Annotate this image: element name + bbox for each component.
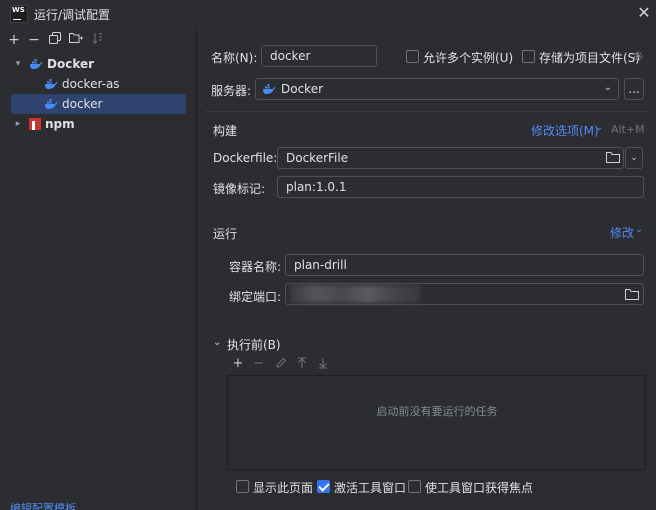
tree-item-label: docker-as	[62, 77, 120, 91]
before-launch-chevron-icon[interactable]: ⌄	[213, 337, 221, 348]
name-label: 名称(N):	[211, 51, 258, 65]
sort-icon	[90, 32, 106, 48]
chevron-down-icon: ⌄	[603, 82, 612, 93]
move-down-icon	[316, 357, 330, 371]
new-folder-icon[interactable]	[68, 32, 84, 48]
edit-templates-link[interactable]: 编辑配置模板...	[10, 500, 87, 510]
show-page-label: 显示此页面	[253, 481, 314, 495]
chevron-down-icon: ⌄	[630, 153, 638, 163]
window-title: 运行/调试配置	[34, 8, 111, 22]
server-value: Docker	[281, 82, 324, 96]
store-as-file-label: 存储为项目文件(S)	[539, 51, 640, 65]
tree-group-label: Docker	[47, 57, 95, 71]
edit-task-icon	[274, 357, 288, 371]
build-section-title: 构建	[213, 124, 238, 138]
show-page-checkbox[interactable]	[236, 480, 249, 493]
add-task-icon[interactable]: +	[231, 357, 245, 371]
focus-tool-window-checkbox[interactable]	[408, 480, 421, 493]
close-icon[interactable]: ✕	[636, 5, 652, 21]
gear-icon[interactable]	[632, 50, 644, 62]
before-launch-empty-text: 启动前没有要运行的任务	[376, 405, 498, 418]
modify-link[interactable]: 修改	[610, 224, 634, 241]
focus-tool-window-label: 使工具窗口获得焦点	[425, 481, 534, 495]
npm-icon	[29, 118, 41, 130]
webstorm-logo-icon: WS	[10, 5, 28, 23]
tree-group-label: npm	[45, 117, 75, 131]
expand-chevron-icon[interactable]: ▾	[13, 59, 23, 69]
tree-group-npm[interactable]: ▸ npm	[13, 114, 75, 134]
modify-options-shortcut: Alt+M	[611, 123, 645, 136]
divider	[205, 111, 650, 112]
modify-options-link[interactable]: 修改选项(M)	[531, 122, 599, 139]
store-as-file-checkbox[interactable]	[522, 50, 535, 63]
dockerfile-dropdown-button[interactable]: ⌄	[625, 147, 643, 169]
docker-icon	[30, 59, 43, 69]
container-name-input[interactable]: plan-drill	[285, 254, 644, 276]
collapse-chevron-icon[interactable]: ▸	[13, 119, 23, 129]
logo-text: WS	[12, 6, 25, 14]
tree-item-docker-as[interactable]: docker-as	[44, 74, 120, 94]
image-tag-label: 镜像标记:	[213, 182, 266, 196]
bind-ports-redacted-value	[290, 285, 420, 303]
remove-task-icon: −	[253, 356, 265, 371]
server-label: 服务器:	[211, 84, 252, 98]
copy-icon[interactable]	[47, 32, 63, 48]
server-select[interactable]: Docker ⌄	[255, 78, 619, 100]
before-launch-toolbar	[227, 354, 646, 376]
folder-icon[interactable]	[625, 289, 639, 300]
run-section-title: 运行	[213, 227, 238, 241]
dockerfile-input[interactable]: DockerFile	[277, 147, 624, 169]
activate-tool-window-label: 激活工具窗口	[334, 481, 407, 495]
folder-icon[interactable]	[606, 152, 620, 163]
before-launch-title[interactable]: 执行前(B)	[227, 336, 281, 353]
tree-group-docker[interactable]: ▾ Docker	[13, 54, 94, 74]
docker-icon	[263, 84, 276, 94]
remove-icon[interactable]: −	[26, 32, 42, 48]
bind-ports-label: 绑定端口:	[229, 290, 282, 304]
dockerfile-label: Dockerfile:	[213, 151, 278, 165]
activate-tool-window-checkbox[interactable]	[317, 480, 330, 493]
name-input[interactable]: docker	[261, 45, 377, 67]
move-up-icon	[295, 357, 309, 371]
allow-multiple-label: 允许多个实例(U)	[423, 51, 514, 65]
docker-icon	[45, 99, 58, 109]
allow-multiple-checkbox[interactable]	[406, 50, 419, 63]
image-tag-input[interactable]: plan:1.0.1	[277, 176, 644, 198]
tree-item-docker-selected[interactable]: docker	[11, 94, 186, 114]
add-icon[interactable]: +	[6, 32, 22, 48]
server-more-button[interactable]: ...	[624, 78, 644, 100]
container-name-label: 容器名称:	[229, 260, 282, 274]
modify-options-chevron-icon[interactable]: ⌄	[595, 122, 603, 133]
modify-chevron-icon[interactable]: ⌄	[635, 224, 643, 235]
tree-item-label: docker	[62, 97, 103, 111]
docker-icon	[45, 79, 58, 89]
